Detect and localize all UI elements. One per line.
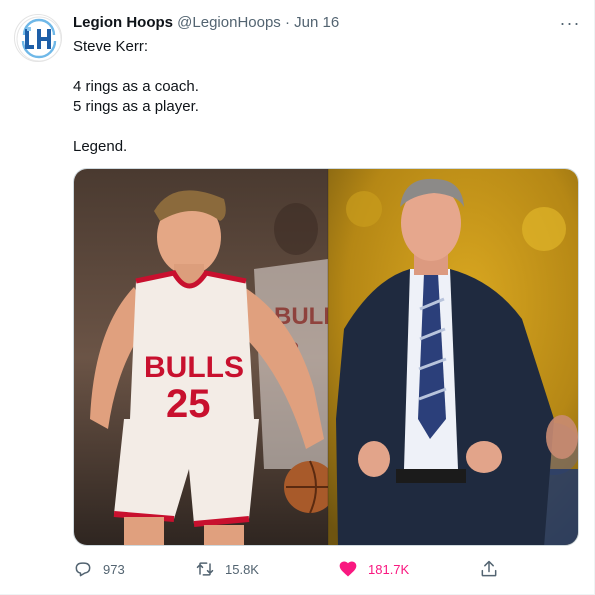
tweet-line: 5 rings as a player.	[73, 98, 199, 115]
separator-dot: ·	[284, 14, 290, 31]
retweet-button[interactable]: 15.8K	[195, 557, 259, 581]
right-photo-coach	[328, 169, 578, 545]
share-button[interactable]	[479, 557, 499, 581]
tweet-actions: 973 15.8K 181.7K	[73, 557, 513, 581]
tweet-line: Legend.	[73, 138, 128, 155]
retweet-count: 15.8K	[225, 561, 259, 577]
tweet-line	[73, 57, 573, 77]
tweet-line	[73, 117, 573, 137]
retweet-icon	[196, 562, 214, 576]
tweet-date[interactable]: Jun 16	[294, 14, 339, 31]
tweet-line: Steve Kerr:	[73, 38, 149, 55]
reply-button[interactable]: 973	[73, 557, 125, 581]
avatar[interactable]	[14, 14, 62, 62]
share-icon	[481, 560, 497, 577]
svg-text:BULLS: BULLS	[144, 351, 244, 384]
reply-count: 973	[103, 561, 125, 577]
author-name[interactable]: Legion Hoops	[73, 14, 173, 31]
tweet-header: Legion Hoops @LegionHoops · Jun 16	[73, 13, 339, 33]
heart-icon	[339, 561, 357, 577]
tweet-text: Steve Kerr: 4 rings as a coach. 5 rings …	[73, 37, 573, 157]
more-icon[interactable]: ···	[557, 10, 583, 36]
author-handle[interactable]: @LegionHoops	[177, 14, 281, 31]
like-button[interactable]: 181.7K	[338, 557, 409, 581]
tweet-card[interactable]: Legion Hoops @LegionHoops · Jun 16 ··· S…	[0, 0, 595, 595]
tweet-line: 4 rings as a coach.	[73, 78, 199, 95]
left-photo-player: BULLS 3 BULLS 25	[74, 169, 354, 545]
steve-kerr-photo-collage: BULLS 3 BULLS 25	[74, 169, 578, 545]
tweet-image[interactable]: BULLS 3 BULLS 25	[73, 168, 579, 546]
like-count: 181.7K	[368, 561, 410, 577]
legion-hoops-logo	[16, 16, 61, 61]
reply-icon	[75, 562, 91, 577]
